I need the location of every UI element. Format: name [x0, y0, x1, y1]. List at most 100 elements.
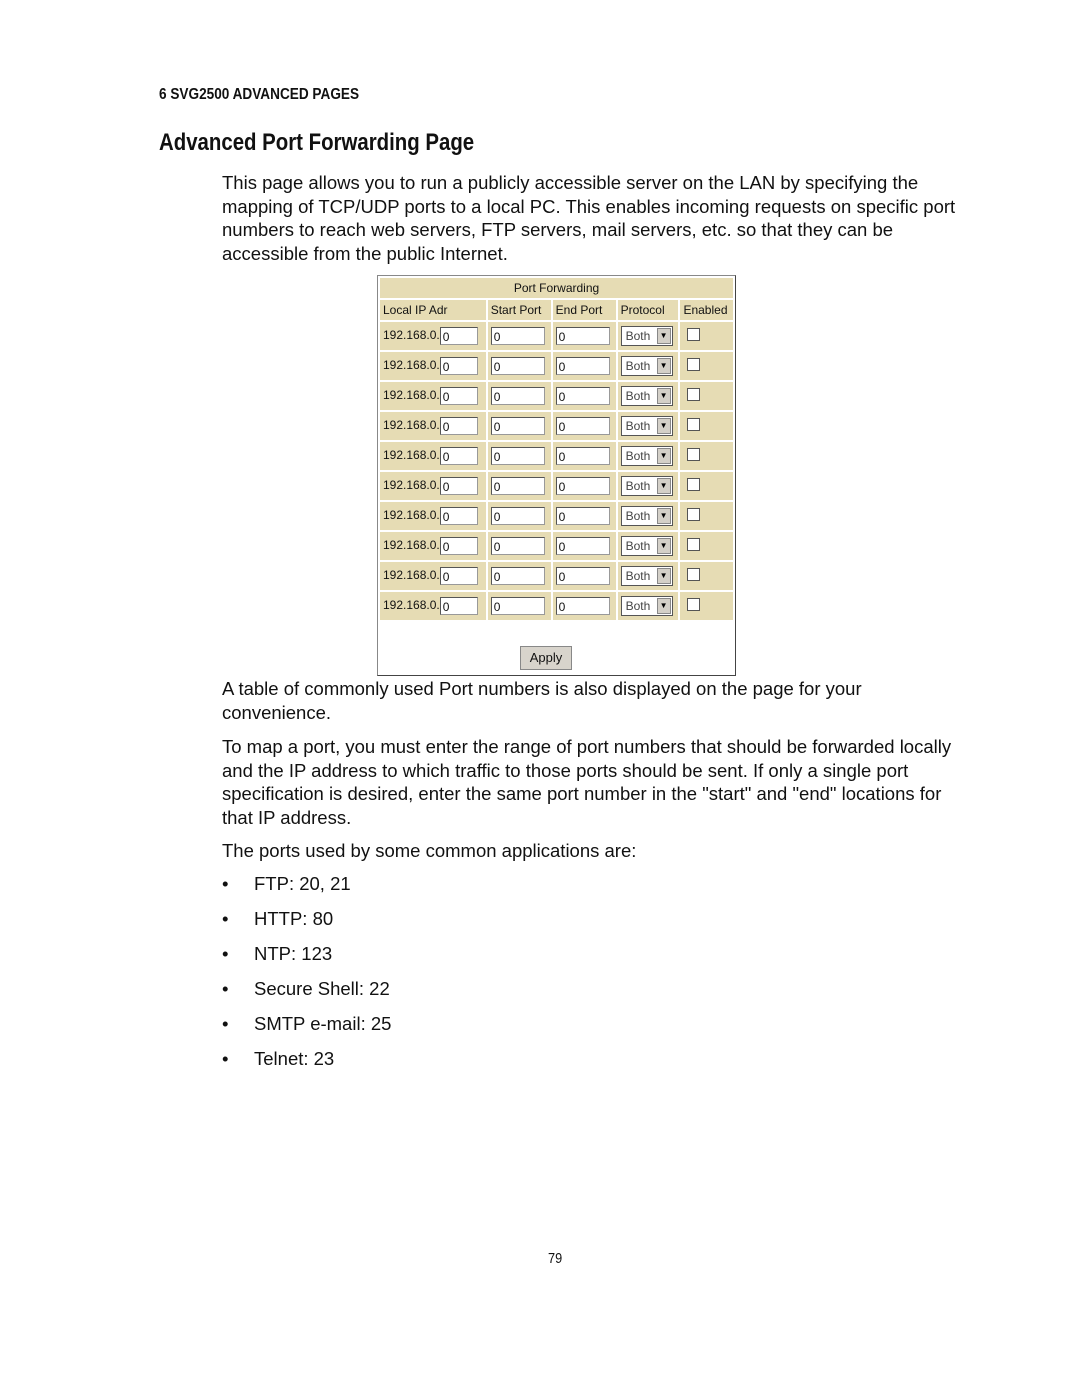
ip-last-octet-input[interactable]: 0 — [439, 597, 478, 615]
end-port-input[interactable]: 0 — [555, 537, 610, 555]
protocol-select[interactable]: Both ▼ — [620, 446, 673, 466]
bullet-item: • FTP: 20, 21 — [222, 873, 351, 895]
enabled-cell — [680, 532, 733, 560]
chevron-down-icon[interactable]: ▼ — [656, 328, 671, 344]
bullet-icon: • — [222, 873, 229, 894]
protocol-select[interactable]: Both ▼ — [620, 416, 673, 436]
section-title: Advanced Port Forwarding Page — [159, 129, 475, 156]
ip-last-octet-input[interactable]: 0 — [439, 537, 478, 555]
protocol-select[interactable]: Both ▼ — [620, 476, 673, 496]
end-port-cell: 0 — [552, 562, 616, 590]
protocol-select[interactable]: Both ▼ — [620, 536, 673, 556]
enabled-checkbox[interactable] — [687, 328, 701, 341]
start-port-input[interactable]: 0 — [490, 387, 545, 405]
ip-last-octet-input[interactable]: 0 — [439, 387, 478, 405]
chevron-down-icon[interactable]: ▼ — [656, 538, 671, 554]
start-port-input[interactable]: 0 — [490, 597, 545, 615]
end-port-input[interactable]: 0 — [555, 327, 610, 345]
end-port-input[interactable]: 0 — [555, 387, 610, 405]
protocol-cell: Both ▼ — [617, 532, 679, 560]
start-port-input[interactable]: 0 — [490, 537, 545, 555]
ip-last-octet-input[interactable]: 0 — [439, 507, 478, 525]
port-forward-row: 192.168.0. 0 0 0 Both ▼ — [380, 382, 733, 410]
form-heading: Port Forwarding — [380, 278, 733, 298]
ip-last-octet-input[interactable]: 0 — [439, 567, 478, 585]
bullet-icon: • — [222, 908, 229, 929]
enabled-checkbox[interactable] — [687, 358, 701, 371]
protocol-select[interactable]: Both ▼ — [620, 326, 673, 346]
chevron-down-icon[interactable]: ▼ — [656, 598, 671, 614]
protocol-value: Both — [625, 389, 651, 403]
start-port-input[interactable]: 0 — [490, 327, 545, 345]
port-forward-row: 192.168.0. 0 0 0 Both ▼ — [380, 592, 733, 620]
end-port-cell: 0 — [552, 442, 616, 470]
intro-paragraph: This page allows you to run a publicly a… — [222, 172, 956, 264]
port-forward-row: 192.168.0. 0 0 0 Both ▼ — [380, 412, 733, 440]
start-port-input[interactable]: 0 — [490, 477, 545, 495]
ip-last-octet-input[interactable]: 0 — [439, 447, 478, 465]
enabled-checkbox[interactable] — [687, 538, 701, 551]
end-port-input[interactable]: 0 — [555, 477, 610, 495]
port-forward-row: 192.168.0. 0 0 0 Both ▼ — [380, 502, 733, 530]
enabled-checkbox[interactable] — [687, 388, 701, 401]
protocol-select[interactable]: Both ▼ — [620, 566, 673, 586]
end-port-cell: 0 — [552, 472, 616, 500]
ip-prefix: 192.168.0. — [383, 328, 440, 343]
enabled-cell — [680, 472, 733, 500]
protocol-select[interactable]: Both ▼ — [620, 356, 673, 376]
apply-button[interactable]: Apply — [520, 646, 572, 670]
start-port-input[interactable]: 0 — [490, 357, 545, 375]
chevron-down-icon[interactable]: ▼ — [656, 358, 671, 374]
enabled-checkbox[interactable] — [687, 448, 701, 461]
bullet-icon: • — [222, 978, 229, 999]
ip-last-octet-input[interactable]: 0 — [439, 357, 478, 375]
start-port-cell: 0 — [487, 442, 551, 470]
bullet-text: Secure Shell: 22 — [254, 978, 390, 999]
ip-last-octet-input[interactable]: 0 — [439, 417, 478, 435]
bullet-item: • HTTP: 80 — [222, 908, 333, 930]
enabled-cell — [680, 412, 733, 440]
start-port-input[interactable]: 0 — [490, 567, 545, 585]
enabled-checkbox[interactable] — [687, 598, 701, 611]
protocol-value: Both — [625, 509, 651, 523]
end-port-input[interactable]: 0 — [555, 567, 610, 585]
bullet-item: • Telnet: 23 — [222, 1048, 334, 1070]
end-port-input[interactable]: 0 — [555, 597, 610, 615]
local-ip-cell: 192.168.0. 0 — [380, 382, 486, 410]
col-enabled: Enabled — [680, 300, 733, 320]
protocol-select[interactable]: Both ▼ — [620, 506, 673, 526]
bullet-icon: • — [222, 1013, 229, 1034]
ip-last-octet-input[interactable]: 0 — [439, 327, 478, 345]
port-forward-row: 192.168.0. 0 0 0 Both ▼ — [380, 562, 733, 590]
local-ip-cell: 192.168.0. 0 — [380, 442, 486, 470]
enabled-checkbox[interactable] — [687, 568, 701, 581]
chevron-down-icon[interactable]: ▼ — [656, 568, 671, 584]
enabled-checkbox[interactable] — [687, 418, 701, 431]
bullet-item: • NTP: 123 — [222, 943, 332, 965]
col-protocol: Protocol — [617, 300, 679, 320]
start-port-input[interactable]: 0 — [490, 447, 545, 465]
end-port-input[interactable]: 0 — [555, 417, 610, 435]
protocol-select[interactable]: Both ▼ — [620, 386, 673, 406]
chevron-down-icon[interactable]: ▼ — [656, 448, 671, 464]
start-port-input[interactable]: 0 — [490, 417, 545, 435]
protocol-value: Both — [625, 479, 651, 493]
end-port-input[interactable]: 0 — [555, 447, 610, 465]
chevron-down-icon[interactable]: ▼ — [656, 478, 671, 494]
start-port-input[interactable]: 0 — [490, 507, 545, 525]
end-port-input[interactable]: 0 — [555, 507, 610, 525]
protocol-cell: Both ▼ — [617, 442, 679, 470]
enabled-checkbox[interactable] — [687, 478, 701, 491]
col-local-ip: Local IP Adr — [380, 300, 486, 320]
enabled-checkbox[interactable] — [687, 508, 701, 521]
chevron-down-icon[interactable]: ▼ — [656, 388, 671, 404]
protocol-select[interactable]: Both ▼ — [620, 596, 673, 616]
port-forward-row: 192.168.0. 0 0 0 Both ▼ — [380, 352, 733, 380]
chevron-down-icon[interactable]: ▼ — [656, 508, 671, 524]
end-port-input[interactable]: 0 — [555, 357, 610, 375]
protocol-value: Both — [625, 359, 651, 373]
chevron-down-icon[interactable]: ▼ — [656, 418, 671, 434]
bullet-text: HTTP: 80 — [254, 908, 334, 929]
enabled-cell — [680, 592, 733, 620]
ip-last-octet-input[interactable]: 0 — [439, 477, 478, 495]
